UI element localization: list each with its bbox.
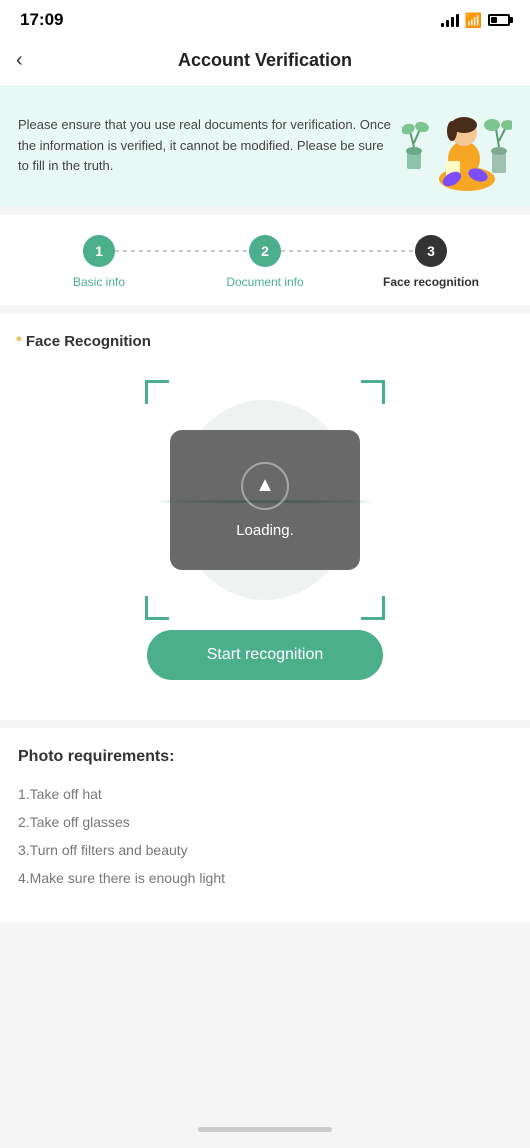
requirements-section: Photo requirements: 1.Take off hat 2.Tak…: [0, 728, 530, 922]
signal-icon: [441, 13, 459, 27]
req-item-3: 3.Turn off filters and beauty: [18, 836, 512, 864]
step-connector-right: [265, 250, 415, 252]
banner-illustration: [402, 101, 512, 191]
step-2-circle: 2: [249, 235, 281, 267]
step-2-label: Document info: [226, 275, 303, 289]
banner-text: Please ensure that you use real document…: [18, 115, 392, 177]
loading-overlay: ▲ Loading.: [170, 430, 360, 570]
step-3-circle: 3: [415, 235, 447, 267]
req-item-1: 1.Take off hat: [18, 780, 512, 808]
corner-tl: [145, 380, 169, 404]
upload-arrow-icon: ▲: [255, 474, 275, 497]
status-icons: 📶: [441, 12, 510, 29]
loading-circle: ▲: [241, 462, 289, 510]
status-bar: 17:09 📶: [0, 0, 530, 36]
start-recognition-button[interactable]: Start recognition: [147, 630, 384, 680]
back-button[interactable]: ‹: [16, 49, 23, 72]
loading-text: Loading.: [236, 522, 294, 539]
status-time: 17:09: [20, 10, 63, 30]
step-3-label: Face recognition: [383, 275, 479, 289]
header: ‹ Account Verification: [0, 36, 530, 85]
step-1-label: Basic info: [73, 275, 125, 289]
step-2: 2 Document info: [182, 235, 348, 289]
step-1-circle: 1: [83, 235, 115, 267]
face-recognition-card: *Face Recognition ▲ Loading. Start recog…: [0, 313, 530, 720]
face-section-title: *Face Recognition: [16, 333, 514, 350]
step-3: 3 Face recognition: [348, 235, 514, 289]
info-banner: Please ensure that you use real document…: [0, 85, 530, 207]
wifi-icon: 📶: [465, 12, 482, 29]
corner-bl: [145, 596, 169, 620]
battery-icon: [488, 14, 510, 26]
step-1: 1 Basic info: [16, 235, 182, 289]
req-item-2: 2.Take off glasses: [18, 808, 512, 836]
corner-br: [361, 596, 385, 620]
face-area: ▲ Loading. Start recognition: [16, 370, 514, 700]
steps-row: 1 Basic info 2 Document info 3 Face reco…: [16, 235, 514, 289]
corner-tr: [361, 380, 385, 404]
requirements-title: Photo requirements:: [18, 748, 512, 766]
asterisk: *: [16, 333, 22, 350]
req-item-4: 4.Make sure there is enough light: [18, 864, 512, 892]
page-title: Account Verification: [178, 50, 352, 71]
steps-section: 1 Basic info 2 Document info 3 Face reco…: [0, 215, 530, 305]
face-frame: ▲ Loading.: [145, 380, 385, 620]
step-connector-left: [115, 250, 265, 252]
home-indicator: [198, 1127, 332, 1132]
